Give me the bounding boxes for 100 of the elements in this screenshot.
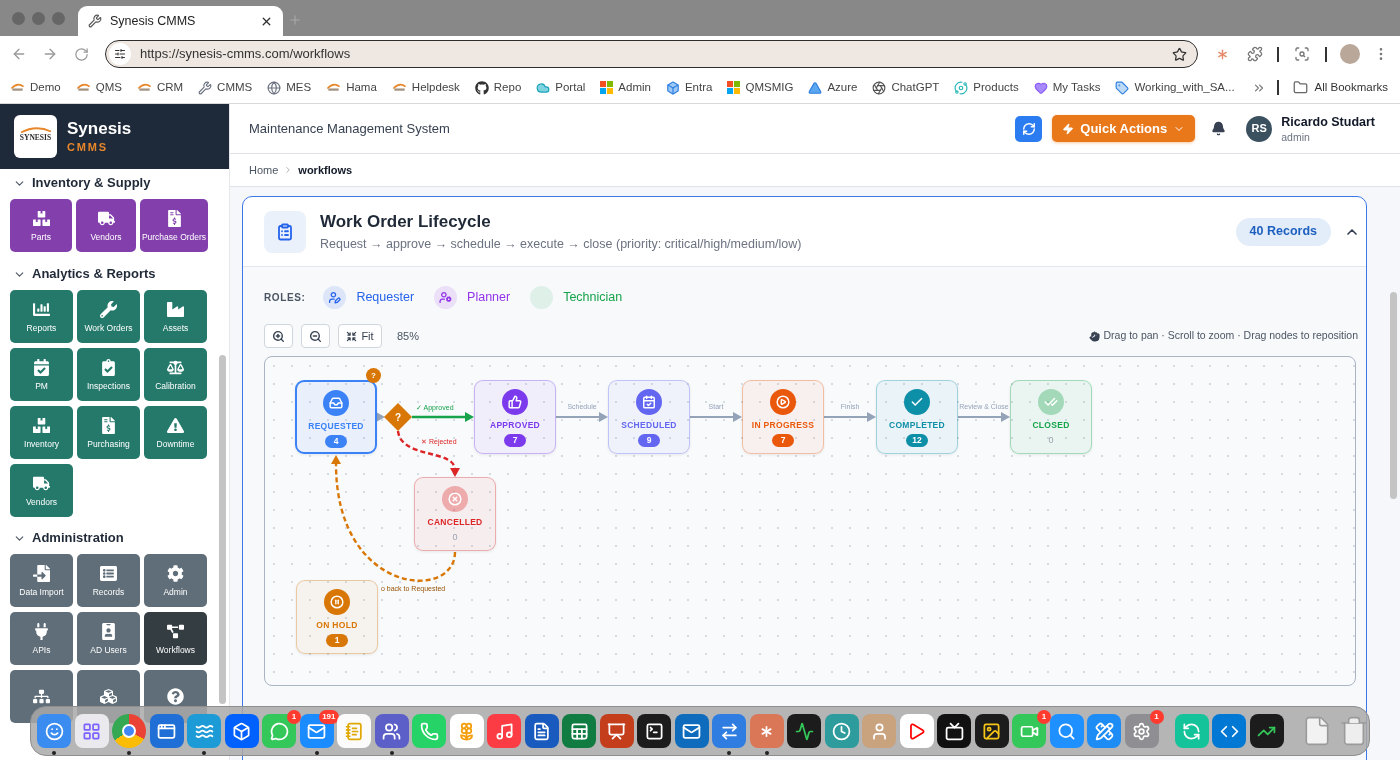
- play-icon[interactable]: [899, 714, 934, 748]
- envelope-icon[interactable]: [674, 714, 709, 748]
- section-toggle[interactable]: Inventory & Supply: [0, 175, 151, 191]
- wave-icon[interactable]: [187, 714, 221, 748]
- bookmark-link[interactable]: Working_with_SA...: [1115, 78, 1235, 97]
- user-avatar[interactable]: RS: [1246, 115, 1273, 142]
- bar-chart-icon: [33, 300, 50, 318]
- bookmark-link[interactable]: ChatGPT: [872, 78, 940, 97]
- puzzle-icon[interactable]: [1247, 46, 1263, 62]
- nav-tile[interactable]: Workflows: [144, 612, 207, 665]
- speech-bubble-icon[interactable]: [262, 714, 296, 748]
- back-icon[interactable]: [11, 46, 27, 62]
- nav-tile[interactable]: Downtime: [144, 406, 207, 459]
- bookmark-link[interactable]: Repo: [474, 78, 522, 97]
- bookmark-link[interactable]: Portal: [536, 78, 586, 97]
- app-grid-icon[interactable]: [74, 714, 109, 748]
- nav-tile[interactable]: Assets: [144, 290, 207, 343]
- site-settings-icon[interactable]: [109, 43, 131, 65]
- bookmark-star-icon[interactable]: [1172, 46, 1187, 62]
- bookmark-link[interactable]: Azure: [808, 78, 858, 97]
- window-panes-icon[interactable]: [149, 714, 184, 748]
- help-badge[interactable]: ?: [366, 368, 381, 383]
- list-icon: [100, 564, 117, 582]
- forward-icon[interactable]: [42, 46, 58, 62]
- address-bar[interactable]: https://synesis-cmms.com/workflows: [105, 40, 1198, 68]
- bookmark-link[interactable]: Hama: [326, 78, 377, 97]
- tv-icon[interactable]: [937, 714, 971, 748]
- person-icon[interactable]: [862, 714, 896, 748]
- smiling-face-icon[interactable]: [37, 714, 71, 748]
- scrollbar-thumb[interactable]: [1390, 292, 1397, 499]
- video-camera-icon[interactable]: [1012, 714, 1046, 748]
- nav-tile[interactable]: Admin: [144, 554, 207, 607]
- bookmark-link[interactable]: Products: [954, 78, 1019, 97]
- section-toggle[interactable]: Administration: [0, 530, 124, 546]
- nav-tile[interactable]: AD Users: [77, 612, 140, 665]
- section-toggle[interactable]: Analytics & Reports: [0, 266, 156, 282]
- nav-tile[interactable]: Records: [77, 554, 140, 607]
- nav-tile[interactable]: Vendors: [76, 199, 136, 252]
- nav-tile[interactable]: Reports: [10, 290, 73, 343]
- open-box-icon[interactable]: [224, 714, 259, 748]
- line-chart-icon[interactable]: [1249, 714, 1284, 748]
- bookmark-link[interactable]: MES: [267, 78, 312, 97]
- all-bookmarks-link[interactable]: All Bookmarks: [1292, 78, 1388, 97]
- nav-tile[interactable]: Purchase Orders: [140, 199, 208, 252]
- arrows-icon[interactable]: [712, 714, 746, 748]
- status-node[interactable]: ON HOLD 1: [296, 580, 378, 654]
- breadcrumb-link[interactable]: Home: [249, 161, 279, 179]
- terminal-icon[interactable]: [637, 714, 671, 748]
- nav-tile[interactable]: Purchasing: [77, 406, 140, 459]
- bookmark-link[interactable]: CRM: [136, 78, 184, 97]
- bookmark-link[interactable]: QMSMIG: [727, 78, 794, 97]
- zoom-out-button[interactable]: [301, 324, 330, 348]
- avatar-icon[interactable]: [1340, 44, 1360, 64]
- status-node[interactable]: APPROVED 7: [474, 380, 556, 454]
- pencil-ruler-icon[interactable]: [1087, 714, 1121, 748]
- user-name: Ricardo Studart: [1281, 113, 1375, 130]
- nav-tile[interactable]: PM: [10, 348, 73, 401]
- zoom-in-button[interactable]: [264, 324, 293, 348]
- scrollbar-thumb[interactable]: [219, 355, 226, 704]
- gear-icon[interactable]: [1124, 714, 1159, 748]
- bookmark-link[interactable]: CMMS: [198, 78, 253, 97]
- browser-tab[interactable]: Synesis CMMS: [78, 6, 283, 36]
- bookmark-link[interactable]: Helpdesk: [391, 78, 460, 97]
- status-node[interactable]: REQUESTED 4: [295, 380, 377, 454]
- document-icon[interactable]: [524, 714, 559, 748]
- bookmark-link[interactable]: Demo: [10, 78, 61, 97]
- notifications-icon[interactable]: [1211, 121, 1227, 136]
- breadcrumb-link[interactable]: workflows: [298, 161, 353, 179]
- nav-tile[interactable]: Vendors: [10, 464, 73, 517]
- envelope-icon[interactable]: [299, 714, 334, 748]
- refresh-button[interactable]: [1015, 115, 1043, 142]
- nav-tile[interactable]: Calibration: [144, 348, 207, 401]
- spreadsheet-icon[interactable]: [562, 714, 596, 748]
- flower-icon[interactable]: [449, 714, 484, 748]
- status-node[interactable]: IN PROGRESS 7: [742, 380, 824, 454]
- bookmark-link[interactable]: My Tasks: [1033, 78, 1101, 97]
- bookmark-link[interactable]: QMS: [75, 78, 122, 97]
- code-icon[interactable]: [1212, 714, 1246, 748]
- search-icon[interactable]: [1049, 714, 1084, 748]
- nav-tile[interactable]: APIs: [10, 612, 73, 665]
- music-note-icon[interactable]: [487, 714, 521, 748]
- ring-icon[interactable]: [112, 714, 146, 748]
- fit-button[interactable]: Fit: [338, 324, 382, 348]
- nav-tile[interactable]: Inventory: [10, 406, 73, 459]
- reload-icon[interactable]: [74, 46, 89, 62]
- tab-search-icon[interactable]: [1294, 46, 1310, 62]
- image-frame-icon[interactable]: [974, 714, 1009, 748]
- decision-node[interactable]: ?: [384, 403, 412, 431]
- bookmark-link[interactable]: Admin: [600, 78, 651, 97]
- status-node[interactable]: CANCELLED 0: [414, 477, 496, 551]
- nav-tile[interactable]: Parts: [10, 199, 72, 252]
- status-node[interactable]: SCHEDULED 9: [608, 380, 690, 454]
- nav-tile[interactable]: Work Orders: [77, 290, 140, 343]
- people-icon[interactable]: [374, 714, 409, 748]
- status-node[interactable]: COMPLETED 12: [876, 380, 958, 454]
- starburst-icon[interactable]: [749, 714, 784, 748]
- presentation-icon[interactable]: [599, 714, 634, 748]
- nav-tile[interactable]: Inspections: [77, 348, 140, 401]
- nav-tile[interactable]: Data Import: [10, 554, 73, 607]
- bookmark-link[interactable]: Entra: [665, 78, 713, 97]
